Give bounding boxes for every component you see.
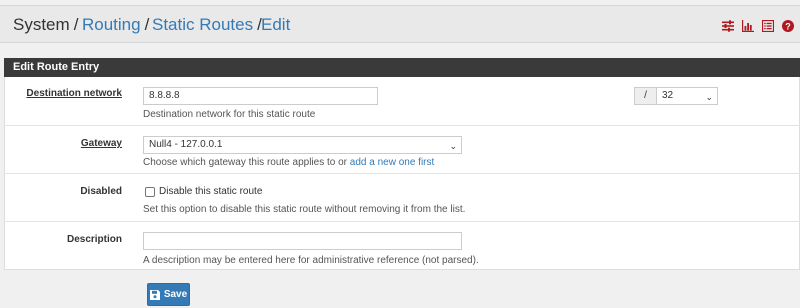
- breadcrumb-bar: System/ Routing/ Static Routes/ Edit: [0, 5, 800, 43]
- gateway-value: Null4 - 127.0.0.1: [149, 139, 223, 150]
- gateway-label: Gateway: [80, 138, 122, 149]
- chevron-down-icon: ⌄: [705, 92, 713, 102]
- breadcrumb-system: System /: [13, 15, 79, 34]
- description-label: Description: [66, 234, 122, 245]
- save-button[interactable]: Save: [147, 283, 190, 306]
- disabled-help: Set this option to disable this static r…: [143, 204, 466, 215]
- mask-value: 32: [662, 90, 674, 101]
- destination-input[interactable]: 8.8.8.8: [143, 87, 378, 105]
- disabled-label: Disabled: [80, 186, 122, 197]
- panel-title: Edit Route Entry: [4, 58, 800, 77]
- gateway-help: Choose which gateway this route applies …: [143, 157, 435, 168]
- disabled-checkbox[interactable]: [145, 187, 155, 197]
- gateway-row: Gateway Null4 - 127.0.0.1 ⌄ Choose which…: [4, 126, 800, 174]
- list-icon[interactable]: [762, 20, 774, 32]
- destination-help: Destination network for this static rout…: [143, 109, 316, 120]
- mask-slash: /: [634, 87, 657, 105]
- description-help: A description may be entered here for ad…: [143, 255, 479, 266]
- help-icon[interactable]: ?: [782, 20, 794, 32]
- breadcrumb-edit[interactable]: Edit: [261, 15, 290, 35]
- destination-row: Destination network 8.8.8.8 Destination …: [4, 77, 800, 126]
- disabled-row: Disabled Disable this static route Set t…: [4, 174, 800, 222]
- svg-text:?: ?: [785, 21, 791, 31]
- mask-select[interactable]: 32 ⌄: [656, 87, 718, 105]
- floppy-disk-icon: [149, 289, 160, 300]
- description-input[interactable]: [143, 232, 462, 250]
- gateway-select[interactable]: Null4 - 127.0.0.1 ⌄: [143, 136, 462, 154]
- breadcrumb-static-routes[interactable]: Static Routes /: [152, 15, 262, 35]
- destination-label: Destination network: [26, 88, 122, 99]
- breadcrumb-routing[interactable]: Routing /: [82, 15, 149, 35]
- chevron-down-icon: ⌄: [449, 141, 457, 151]
- settings-sliders-icon[interactable]: [722, 20, 734, 32]
- description-row: Description A description may be entered…: [4, 222, 800, 270]
- add-gateway-link[interactable]: add a new one first: [350, 157, 435, 168]
- disabled-checkbox-label[interactable]: Disable this static route: [159, 186, 262, 197]
- breadcrumb-icons: ?: [722, 19, 794, 33]
- chart-icon[interactable]: [742, 20, 754, 32]
- save-button-label: Save: [163, 289, 188, 300]
